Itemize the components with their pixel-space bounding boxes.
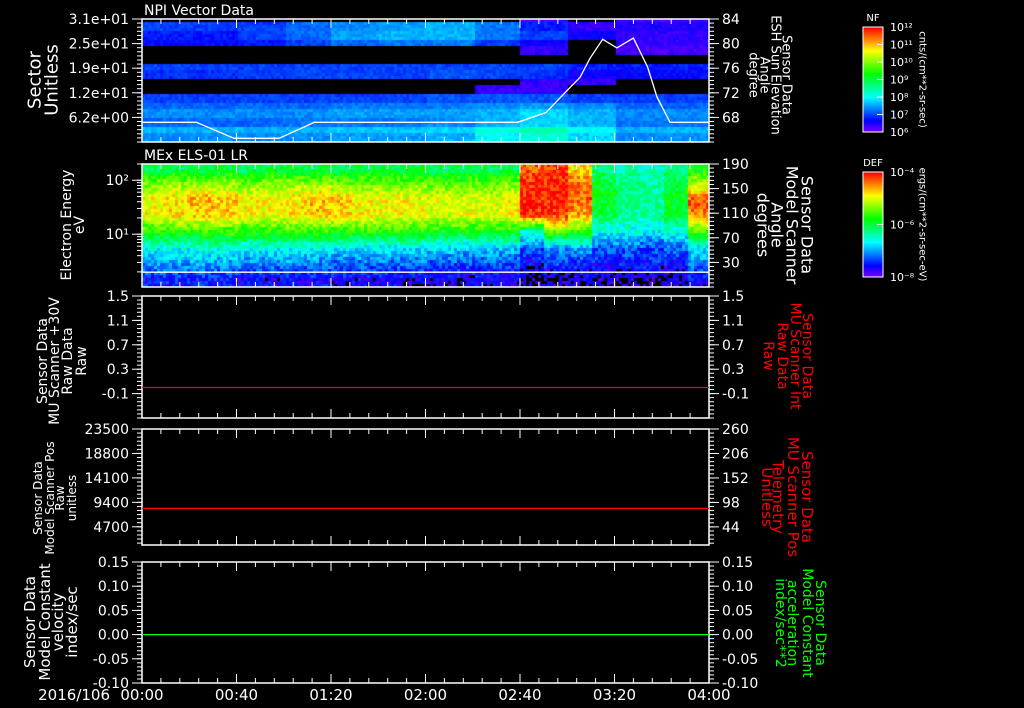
y-tick-label: 1.9e+01 [69,61,129,77]
y-axis-label-line: Unitless [42,44,63,115]
colorbar-tick-label: 10¹⁰ [890,56,913,69]
y-tick-label: 1.5 [107,289,129,305]
time-tick-label: 00:00 [120,686,163,704]
y2-axis-label-line: Model Constant [799,568,815,678]
colorbar-tick-label: 10⁷ [890,109,908,122]
time-tick-label: 00:40 [215,686,258,704]
y-tick-label: 110 [722,206,749,222]
y-tick-label: 0.3 [722,362,744,378]
y2-axis-label-line: index/sec**2 [772,578,788,668]
colorbar-title: NF [866,13,879,24]
y-tick-label: 206 [722,446,749,462]
y-tick-label: 2.5e+01 [69,37,129,53]
y-axis-label-line: eV [72,215,88,234]
y-tick-label: -0.05 [722,652,758,668]
y-tick-label: 0.15 [98,555,129,571]
y2-axis-label-line: Raw [760,341,776,370]
y-tick-label: 10¹ [106,227,129,243]
y-axis-label-line: Raw [74,346,90,375]
colorbar-tick-label: 10⁻⁸ [890,271,915,284]
y-axis-label-line: index/sec [63,586,81,657]
y-tick-label: 84 [722,12,740,28]
y2-axis-label-line: degree [746,52,761,98]
y-tick-label: 1.1 [107,313,129,329]
y-tick-label: 44 [722,520,740,536]
stacked-timeseries-plot: 10¹² 10¹¹ 10¹⁰ 10⁹ 10⁸ 10⁷ 10⁶ NF cnts/(cm**2-sr… [21,3,928,704]
y-tick-label: 4700 [93,520,129,536]
colorbar-unit-label: cnts/(cm**2-sr-sec) [917,31,928,128]
y-tick-label: -0.1 [722,387,749,403]
y-tick-label: 260 [722,422,749,438]
panel-frame [141,163,710,288]
y-tick-label: 1.5 [722,289,744,305]
time-tick-label: 04:00 [687,686,730,704]
colorbar-title: DEF [863,158,883,169]
y-tick-label: 0.00 [722,628,753,644]
colorbar-tick-label: 10⁸ [890,91,909,104]
panel-frame [141,561,710,684]
y-tick-label: 1.2e+01 [69,86,129,102]
y-tick-label: 68 [722,110,740,126]
panel-title: MEx ELS-01 LR [144,148,248,164]
y-tick-label: 190 [722,157,749,173]
y-tick-label: 10² [106,173,129,189]
y2-axis-label-line: Unitless [758,467,776,527]
y-axis-label-line: unitless [65,475,79,521]
y-tick-label: 0.3 [107,362,129,378]
colorbar-tick-label: 10⁻⁴ [890,166,915,179]
y-tick-label: 6.2e+00 [69,110,129,126]
colorbar-tick-label: 10⁶ [890,126,909,139]
y-tick-label: 0.10 [722,579,753,595]
y-tick-label: 0.15 [722,555,753,571]
y-tick-label: 0.05 [98,603,129,619]
time-tick-label: 01:20 [309,686,352,704]
y-tick-label: 0.10 [98,579,129,595]
y-tick-label: 18800 [84,446,129,462]
colorbar-unit-label: ergs/(cm**2-sr-sec-eV) [917,168,928,282]
time-tick-label: 03:20 [593,686,636,704]
y-tick-label: 0.05 [722,603,753,619]
y-tick-label: -0.1 [102,387,129,403]
y-tick-label: 150 [722,182,749,198]
y-tick-label: 0.00 [98,628,129,644]
colorbar-tick-label: 10⁻⁶ [890,219,915,232]
y-tick-label: 30 [722,255,740,271]
panel-frame [141,295,710,419]
y-tick-label: 0.7 [722,338,744,354]
y-tick-label: 23500 [84,422,129,438]
y-tick-label: 3.1e+01 [69,12,129,28]
y-tick-label: 80 [722,37,740,53]
panel-frame [141,18,710,143]
time-tick-label: 02:00 [404,686,447,704]
y2-axis-label-line: degrees [754,193,773,257]
panel-title: NPI Vector Data [144,3,254,19]
y-tick-label: 14100 [84,471,129,487]
y-tick-label: 0.7 [107,338,129,354]
colorbar-tick-label: 10⁹ [890,74,908,87]
date-label: 2016/106 [38,686,110,704]
y-tick-label: 1.1 [722,313,744,329]
y-tick-label: 9400 [93,495,129,511]
sun-elevation-line [142,37,709,139]
y-tick-label: -0.05 [93,652,129,668]
y-tick-label: 152 [722,471,749,487]
y-tick-label: 72 [722,86,740,102]
y-tick-label: 76 [722,61,740,77]
panel-frame [141,428,710,546]
colorbar-tick-label: 10¹² [890,21,913,34]
colorbar-tick-label: 10¹¹ [890,39,913,52]
time-tick-label: 02:40 [498,686,541,704]
y-tick-label: 70 [722,231,740,247]
y-tick-label: 98 [722,495,740,511]
